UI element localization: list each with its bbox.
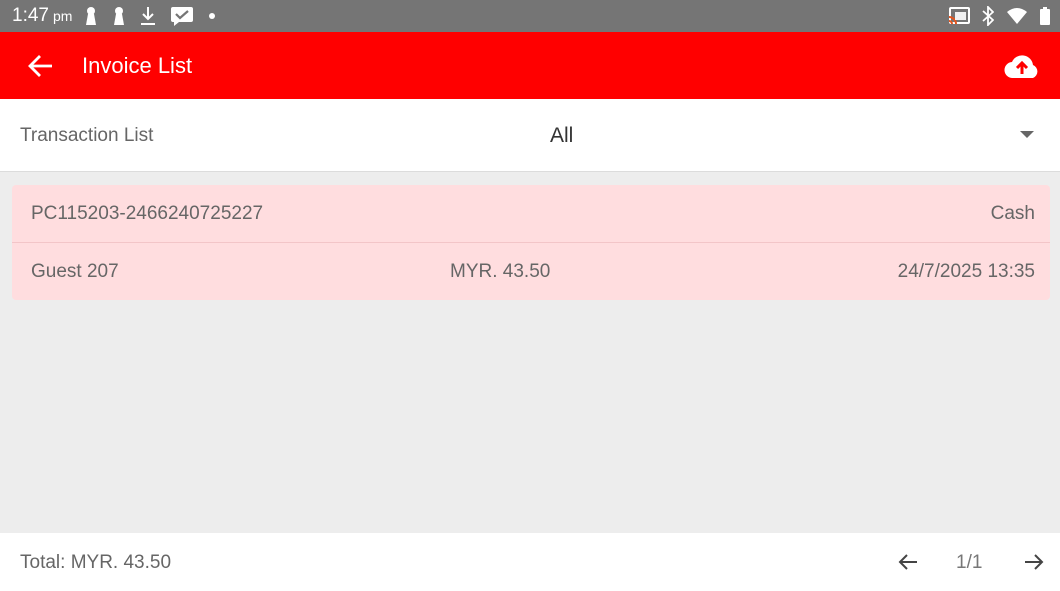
app-bar: Invoice List bbox=[0, 32, 1060, 99]
status-icons-left bbox=[84, 6, 216, 26]
bluetooth-icon bbox=[982, 6, 994, 26]
invoice-amount: MYR. 43.50 bbox=[450, 261, 551, 282]
invoice-number: PC115203-2466240725227 bbox=[31, 203, 264, 224]
invoice-list-item[interactable]: PC115203-2466240725227 Cash Guest 207 MY… bbox=[12, 185, 1050, 300]
filter-label: Transaction List bbox=[20, 125, 154, 146]
message-icon bbox=[171, 7, 194, 26]
status-time: 1:47 bbox=[12, 5, 49, 26]
filter-bar: Transaction List All bbox=[0, 99, 1060, 172]
dropdown-caret-icon[interactable] bbox=[1020, 131, 1034, 138]
keyhole-icon bbox=[114, 7, 125, 25]
invoice-row-top: PC115203-2466240725227 Cash bbox=[12, 185, 1050, 242]
payment-method: Cash bbox=[990, 203, 1035, 224]
previous-page-button[interactable] bbox=[896, 550, 920, 574]
status-icons-right bbox=[948, 0, 1050, 32]
cloud-upload-icon bbox=[1004, 55, 1038, 79]
back-button[interactable] bbox=[24, 49, 58, 83]
invoice-datetime: 24/7/2025 13:35 bbox=[897, 261, 1035, 282]
next-page-button[interactable] bbox=[1022, 550, 1046, 574]
arrow-back-icon bbox=[28, 54, 52, 77]
cast-icon bbox=[948, 7, 970, 25]
transaction-filter-dropdown[interactable]: All bbox=[550, 124, 573, 148]
total-amount: Total: MYR. 43.50 bbox=[20, 552, 172, 573]
customer-name: Guest 207 bbox=[31, 261, 119, 282]
status-bar: 1:47 pm bbox=[0, 0, 1060, 32]
page-title: Invoice List bbox=[82, 52, 193, 78]
dot-icon bbox=[209, 13, 216, 19]
invoice-row-bottom: Guest 207 MYR. 43.50 24/7/2025 13:35 bbox=[12, 242, 1050, 300]
download-icon bbox=[141, 7, 156, 25]
keyhole-icon bbox=[86, 7, 97, 25]
upload-button[interactable] bbox=[1004, 48, 1040, 84]
wifi-icon bbox=[1007, 8, 1027, 24]
battery-icon bbox=[1040, 7, 1050, 25]
status-ampm: pm bbox=[52, 8, 73, 24]
page-indicator: 1/1 bbox=[956, 552, 983, 573]
footer-bar: Total: MYR. 43.50 1/1 bbox=[0, 533, 1060, 591]
